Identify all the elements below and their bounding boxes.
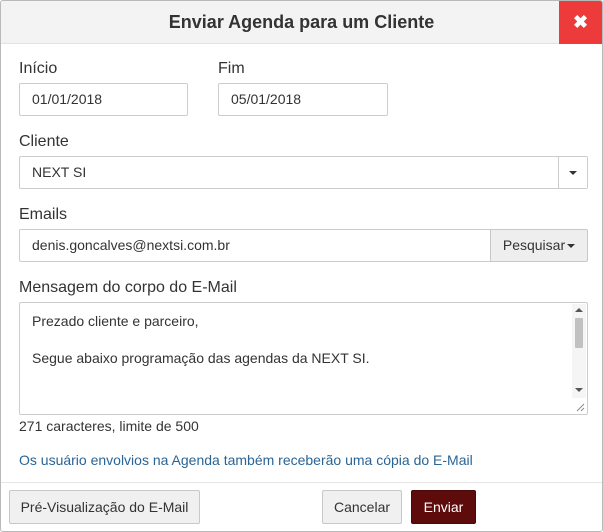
client-dropdown-toggle[interactable] xyxy=(558,157,587,188)
close-icon: ✖ xyxy=(572,12,589,32)
end-date-label: Fim xyxy=(218,60,245,77)
chevron-down-icon xyxy=(569,171,577,175)
resize-grip-icon[interactable] xyxy=(575,402,585,412)
start-date-input[interactable]: 01/01/2018 xyxy=(19,83,188,116)
client-select[interactable]: NEXT SI xyxy=(19,156,588,189)
scrollbar-thumb[interactable] xyxy=(575,318,583,348)
email-preview-button[interactable]: Pré-Visualização do E-Mail xyxy=(9,490,200,524)
send-agenda-dialog: Enviar Agenda para um Cliente ✖ Início 0… xyxy=(0,0,603,532)
character-counter: 271 caracteres, limite de 500 xyxy=(19,418,199,434)
textarea-scrollbar[interactable] xyxy=(572,304,586,398)
dialog-header: Enviar Agenda para um Cliente ✖ xyxy=(1,1,602,44)
caret-down-icon xyxy=(567,244,576,249)
recipients-copy-note: Os usuário envolvios na Agenda também re… xyxy=(19,452,473,468)
emails-input[interactable]: denis.goncalves@nextsi.com.br xyxy=(19,229,491,262)
message-line: Segue abaixo programação das agendas da … xyxy=(32,350,370,366)
dialog-title: Enviar Agenda para um Cliente xyxy=(168,12,435,32)
message-textarea[interactable]: Prezado cliente e parceiro, Segue abaixo… xyxy=(19,302,588,415)
scroll-down-icon[interactable] xyxy=(575,388,583,392)
start-date-label: Início xyxy=(19,60,58,77)
emails-label: Emails xyxy=(19,206,68,223)
send-button[interactable]: Enviar xyxy=(411,490,476,524)
cancel-button[interactable]: Cancelar xyxy=(322,490,402,524)
scroll-up-icon[interactable] xyxy=(575,308,583,312)
client-selected-value: NEXT SI xyxy=(32,164,87,180)
search-button-label: Pesquisar xyxy=(502,237,566,253)
message-label: Mensagem do corpo do E-Mail xyxy=(19,279,237,296)
footer-divider xyxy=(1,482,602,483)
client-label: Cliente xyxy=(19,133,69,150)
search-emails-button[interactable]: Pesquisar xyxy=(490,229,588,262)
end-date-input[interactable]: 05/01/2018 xyxy=(218,83,388,116)
close-button[interactable]: ✖ xyxy=(559,1,602,44)
message-line: Prezado cliente e parceiro, xyxy=(32,313,199,329)
